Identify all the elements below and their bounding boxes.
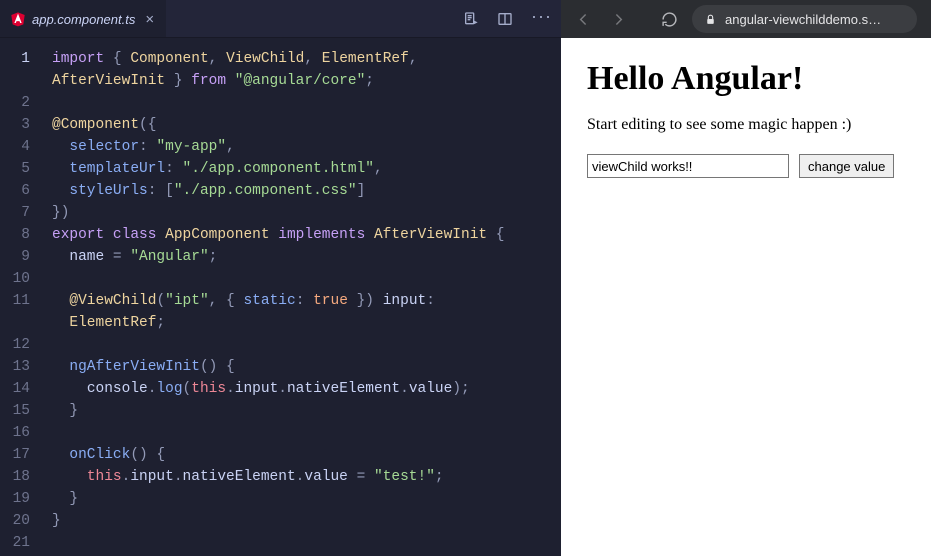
editor-tab-filename: app.component.ts <box>32 12 135 27</box>
code-area[interactable]: 123456789101112131415161718192021 import… <box>0 38 561 556</box>
split-editor-icon[interactable] <box>497 11 513 27</box>
preview-heading: Hello Angular! <box>587 60 905 98</box>
address-bar-url: angular-viewchilddemo.s… <box>725 12 881 27</box>
angular-file-icon <box>10 11 26 27</box>
preview-paragraph: Start editing to see some magic happen :… <box>587 116 905 134</box>
editor-tab-active[interactable]: app.component.ts × <box>0 0 166 37</box>
preview-form-row: change value <box>587 154 905 178</box>
run-file-icon[interactable] <box>463 11 479 27</box>
reload-icon[interactable] <box>657 7 682 32</box>
line-number-gutter: 123456789101112131415161718192021 <box>0 38 44 556</box>
editor-tabbar: app.component.ts × ··· <box>0 0 561 38</box>
code-content[interactable]: import { Component, ViewChild, ElementRe… <box>44 38 561 556</box>
editor-tabbar-actions: ··· <box>463 0 561 37</box>
nav-back-icon[interactable] <box>571 7 596 32</box>
lock-icon <box>704 13 717 26</box>
preview-body: Hello Angular! Start editing to see some… <box>561 38 931 556</box>
editor-pane: app.component.ts × ··· 12345678910111213… <box>0 0 561 556</box>
browser-toolbar: angular-viewchilddemo.s… <box>561 0 931 38</box>
close-icon[interactable]: × <box>145 12 154 27</box>
change-value-button[interactable]: change value <box>799 154 894 178</box>
viewchild-input[interactable] <box>587 154 789 178</box>
address-bar[interactable]: angular-viewchilddemo.s… <box>692 5 917 33</box>
preview-pane: angular-viewchilddemo.s… Hello Angular! … <box>561 0 931 556</box>
more-actions-icon[interactable]: ··· <box>531 11 547 27</box>
nav-forward-icon[interactable] <box>606 7 631 32</box>
